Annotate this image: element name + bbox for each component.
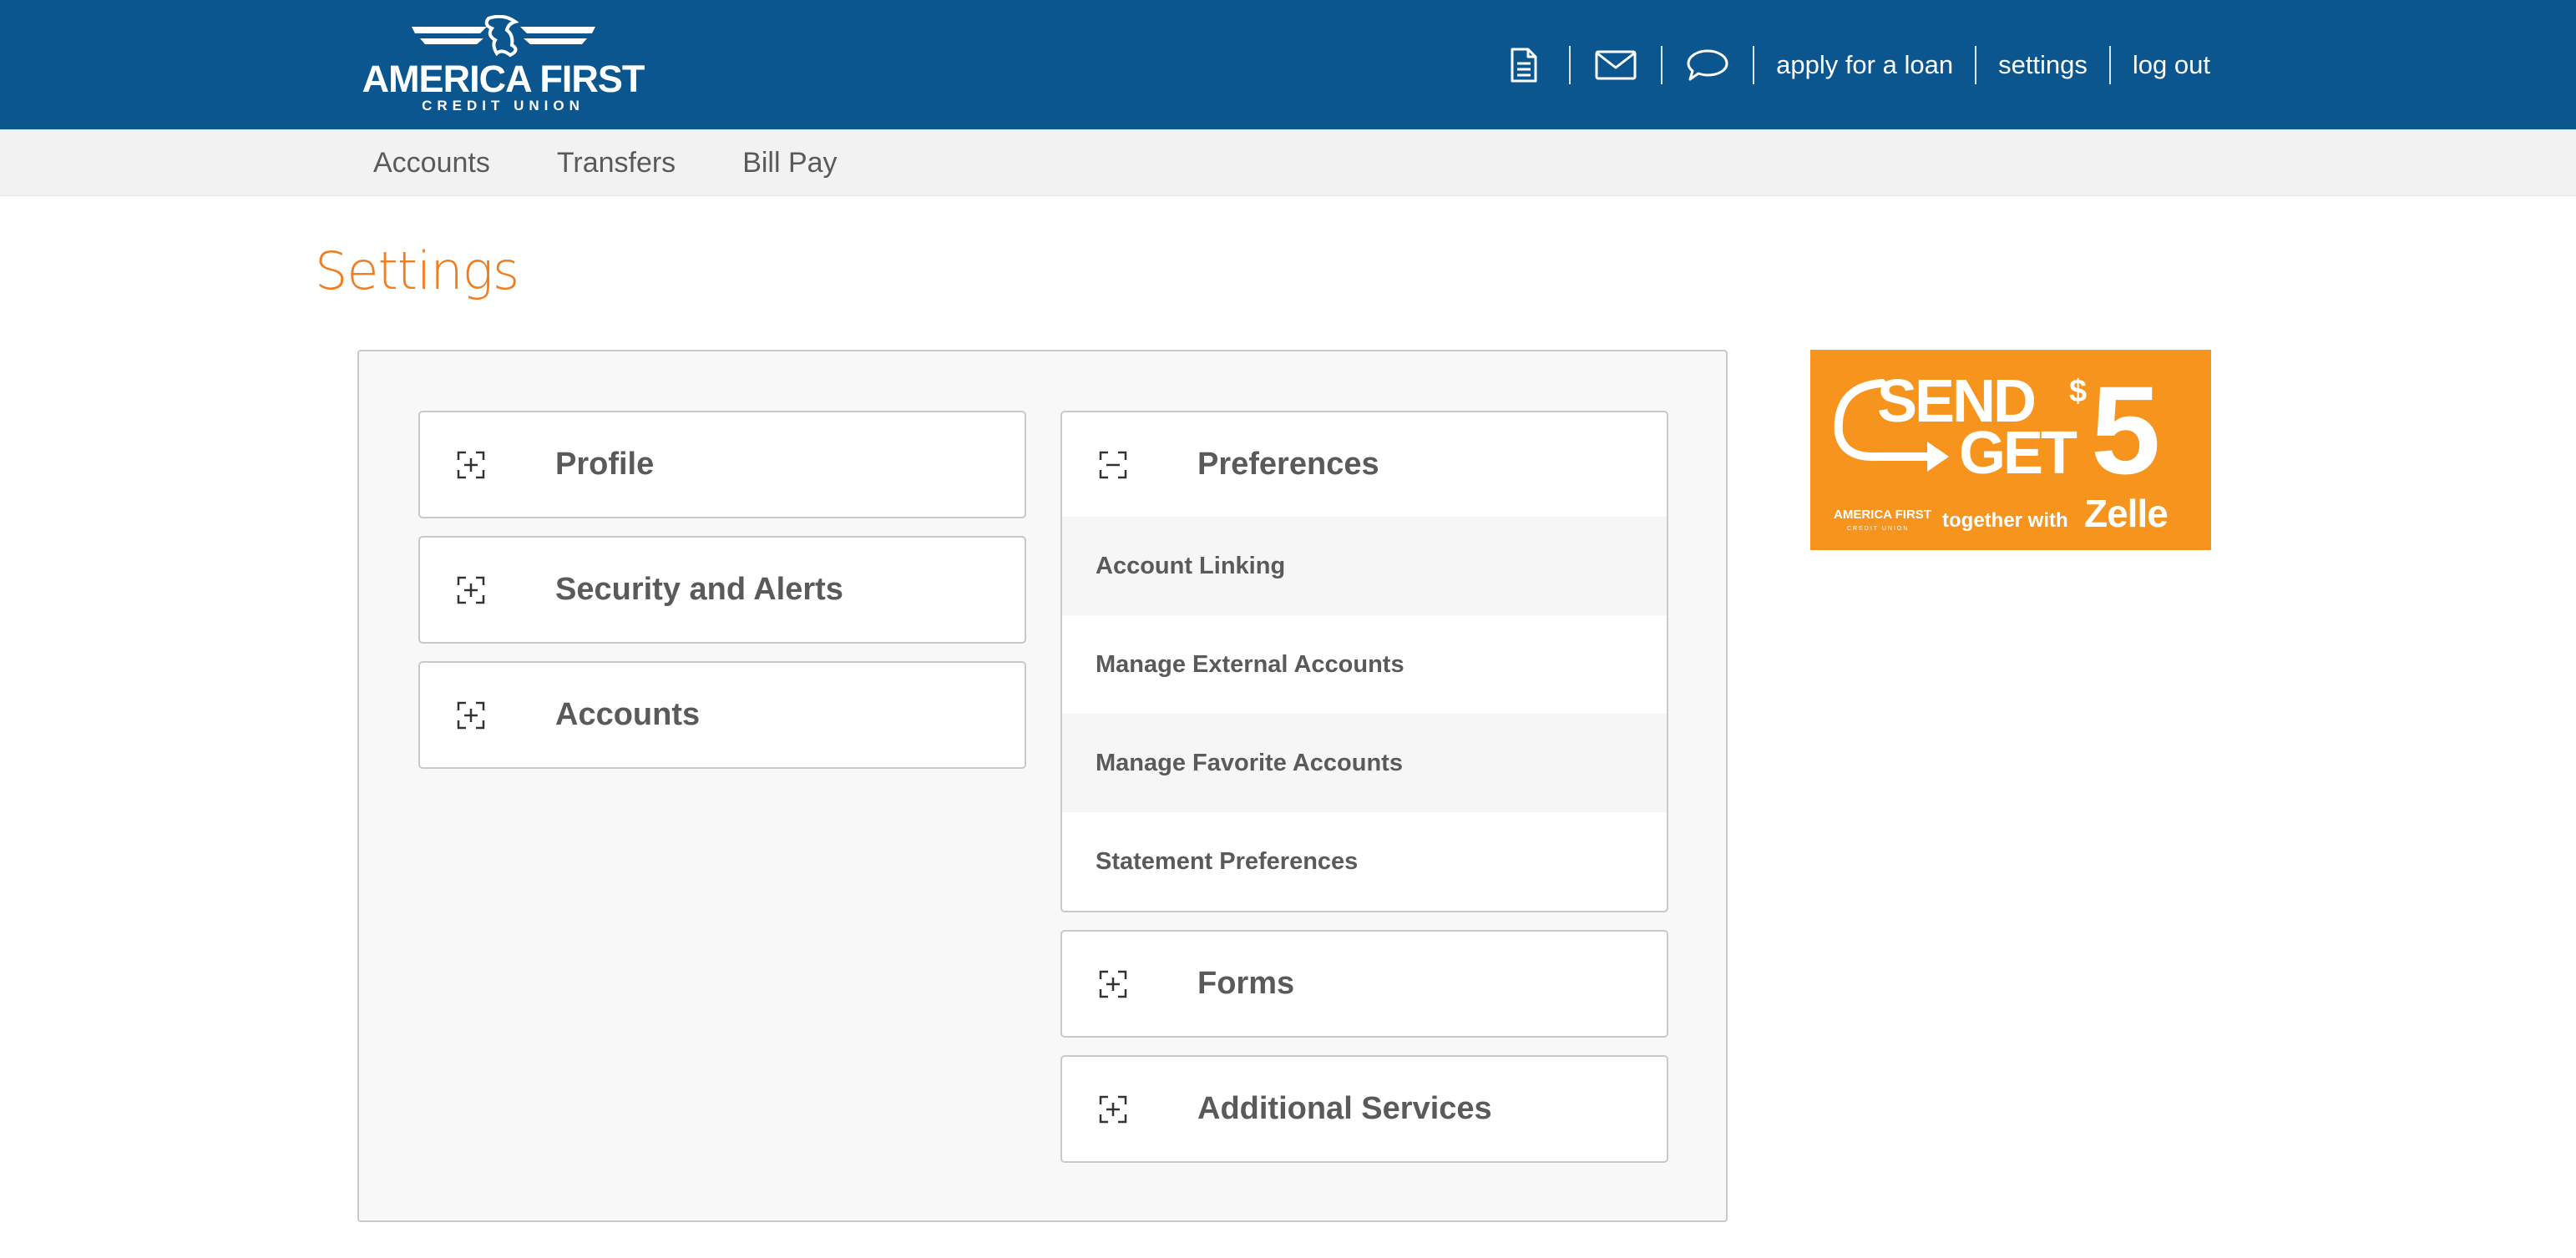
nav-item-transfers[interactable]: Transfers	[557, 129, 676, 196]
logo-sub-text: CREDIT UNION	[422, 98, 585, 114]
preferences-toggle[interactable]: Preferences	[1062, 412, 1667, 517]
expand-plus-icon	[455, 700, 487, 731]
expand-plus-icon	[455, 449, 487, 481]
divider	[1569, 46, 1571, 84]
accounts-toggle[interactable]: Accounts	[420, 663, 1025, 767]
logout-link[interactable]: log out	[2111, 50, 2210, 80]
logo-brand-text: AMERICA FIRST	[362, 58, 645, 100]
settings-panel: Profile Security and Alerts Accounts Pre…	[357, 350, 1728, 1222]
zelle-promo-banner[interactable]: SEND GET $ 5 AMERICA FIRST CREDIT UNION …	[1810, 350, 2211, 550]
america-first-logo[interactable]: AMERICA FIRST CREDIT UNION	[359, 15, 647, 115]
card-label: Forms	[1197, 966, 1295, 1001]
accounts-card: Accounts	[418, 661, 1026, 769]
ad-brand-sub-text: CREDIT UNION	[1847, 526, 1909, 532]
forms-card: Forms	[1060, 930, 1668, 1038]
statement-preferences-link[interactable]: Statement Preferences	[1062, 812, 1667, 911]
promo-graphic: SEND GET $ 5 AMERICA FIRST CREDIT UNION …	[1810, 350, 2211, 550]
nav-item-bill-pay[interactable]: Bill Pay	[742, 129, 837, 196]
ad-together-text: together with	[1942, 509, 2068, 532]
card-label: Profile	[555, 447, 655, 482]
main-nav: Accounts Transfers Bill Pay	[0, 129, 2576, 196]
security-alerts-toggle[interactable]: Security and Alerts	[420, 538, 1025, 642]
card-label: Additional Services	[1197, 1091, 1492, 1126]
divider	[1975, 46, 1977, 84]
eagle-logo-icon	[411, 15, 595, 58]
nav-item-accounts[interactable]: Accounts	[373, 129, 490, 196]
additional-services-toggle[interactable]: Additional Services	[1062, 1057, 1667, 1161]
expand-plus-icon	[1097, 1094, 1129, 1125]
additional-services-card: Additional Services	[1060, 1055, 1668, 1163]
divider	[1753, 46, 1755, 84]
top-header: AMERICA FIRST CREDIT UNION apply for a l…	[0, 0, 2576, 129]
apply-for-loan-link[interactable]: apply for a loan	[1754, 50, 1975, 80]
expand-plus-icon	[1097, 968, 1129, 1000]
expand-plus-icon	[455, 574, 487, 606]
card-label: Preferences	[1197, 447, 1379, 482]
ad-amount-text: 5	[2091, 360, 2160, 500]
ad-get-text: GET	[1959, 420, 2078, 487]
divider	[1661, 46, 1663, 84]
document-icon[interactable]	[1479, 35, 1569, 95]
card-label: Accounts	[555, 697, 701, 732]
page-title: Settings	[315, 240, 519, 301]
settings-link[interactable]: settings	[1976, 50, 2109, 80]
account-linking-link[interactable]: Account Linking	[1062, 517, 1667, 615]
utility-nav: apply for a loan settings log out	[1479, 35, 2210, 95]
ad-brand-text: AMERICA FIRST	[1834, 508, 1931, 522]
profile-card: Profile	[418, 411, 1026, 518]
collapse-minus-icon	[1097, 449, 1129, 481]
mail-icon[interactable]	[1571, 35, 1661, 95]
security-alerts-card: Security and Alerts	[418, 536, 1026, 644]
divider	[2108, 46, 2111, 84]
forms-toggle[interactable]: Forms	[1062, 932, 1667, 1036]
manage-external-accounts-link[interactable]: Manage External Accounts	[1062, 615, 1667, 714]
ad-currency-text: $	[2069, 374, 2087, 409]
manage-favorite-accounts-link[interactable]: Manage Favorite Accounts	[1062, 714, 1667, 812]
ad-partner-text: Zelle	[2084, 492, 2168, 535]
chat-icon[interactable]	[1663, 35, 1753, 95]
profile-toggle[interactable]: Profile	[420, 412, 1025, 517]
card-label: Security and Alerts	[555, 572, 843, 607]
preferences-card: Preferences Account Linking Manage Exter…	[1060, 411, 1668, 912]
